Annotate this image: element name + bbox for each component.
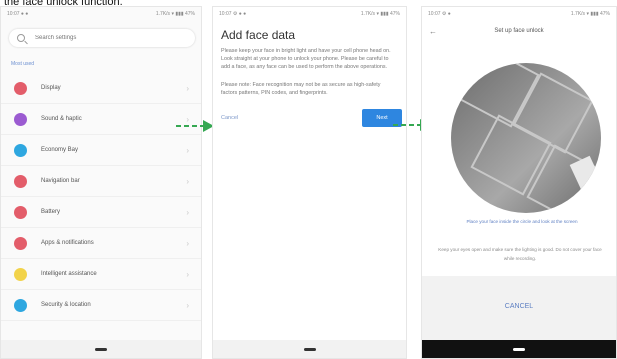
add-face-dialog: Add face data Please keep your face in b… [213,21,406,97]
search-input[interactable] [35,35,175,41]
flow-arrow [176,120,214,132]
face-enrollment-screen: 10:07 ⚙ ● 1.7K/s ▾ ▮▮▮ 47% ← Set up face… [421,6,617,359]
chevron-right-icon: › [186,300,189,310]
settings-item-icon [14,267,27,281]
settings-item-label: Apps & notifications [41,240,94,246]
settings-item-label: Battery [41,209,61,215]
camera-preview [451,63,601,213]
settings-item-icon [14,112,27,126]
screen-title: Set up face unlock [494,28,544,34]
settings-item-icon [14,174,27,188]
nav-bar [213,340,406,358]
dialog-instructions: Please keep your face in bright light an… [221,48,391,70]
search-icon [17,34,25,42]
settings-item[interactable]: Display › [1,73,201,104]
status-indicators: 1.7K/s ▾ ▮▮▮ 47% [360,11,400,17]
lighting-hint: Keep your eyes open and make sure the li… [438,247,602,261]
dialog-title: Add face data [221,28,296,42]
top-bar: ← Set up face unlock [422,21,616,41]
settings-item[interactable]: Sound & haptic › [1,104,201,135]
settings-list: Display › Sound & haptic › Economy Bay › Navig… [1,73,201,321]
settings-item[interactable]: Economy Bay › [1,135,201,166]
positioning-hint: Place your face inside the circle and lo… [466,219,578,224]
settings-item[interactable]: Apps & notifications › [1,228,201,259]
settings-item[interactable]: Navigation bar › [1,166,201,197]
settings-item-icon [14,236,27,250]
chevron-right-icon: › [186,207,189,217]
chevron-right-icon: › [186,83,189,93]
settings-screen: 10:07 ● ● 1.7K/s ▾ ▮▮▮ 47% Most used Dis… [0,6,202,359]
search-bar[interactable] [9,29,195,47]
status-indicators: 1.7K/s ▾ ▮▮▮ 47% [155,11,195,17]
settings-item-label: Economy Bay [41,147,79,153]
back-arrow-icon[interactable]: ← [422,27,444,36]
nav-bar [422,340,616,358]
settings-item-label: Display [41,85,61,91]
cancel-button[interactable]: CANCEL [422,303,616,310]
chevron-right-icon: › [186,145,189,155]
settings-item-icon [14,143,27,157]
status-bar: 10:07 ⚙ ● ● 1.7K/s ▾ ▮▮▮ 47% [213,7,406,21]
cancel-button[interactable]: Cancel [221,115,238,121]
status-indicators: 1.7K/s ▾ ▮▮▮ 47% [570,11,610,17]
home-button[interactable] [95,347,107,351]
settings-item[interactable]: Intelligent assistance › [1,259,201,290]
chevron-right-icon: › [186,238,189,248]
nav-bar [1,340,201,358]
dialog-actions: Cancel Next [221,109,402,127]
camera-area: Place your face inside the circle and lo… [422,41,616,276]
status-bar: 10:07 ⚙ ● 1.7K/s ▾ ▮▮▮ 47% [422,7,616,21]
chevron-right-icon: › [186,269,189,279]
settings-item-label: Sound & haptic [41,116,82,122]
chevron-right-icon: › [186,176,189,186]
settings-item-icon [14,205,27,219]
settings-item-label: Intelligent assistance [41,271,97,277]
home-button[interactable] [513,347,525,351]
add-face-data-screen: 10:07 ⚙ ● ● 1.7K/s ▾ ▮▮▮ 47% Add face da… [212,6,407,359]
status-time: 10:07 ⚙ ● ● [219,11,247,17]
settings-item-label: Security & location [41,302,91,308]
dialog-note: Please note: Face recognition may not be… [221,82,381,96]
status-time: 10:07 ● ● [7,11,29,17]
settings-item[interactable]: Security & location › [1,290,201,321]
settings-item-icon [14,81,27,95]
status-bar: 10:07 ● ● 1.7K/s ▾ ▮▮▮ 47% [1,7,201,21]
status-time: 10:07 ⚙ ● [428,11,451,17]
settings-item[interactable]: Battery › [1,197,201,228]
settings-item-icon [14,298,27,312]
home-button[interactable] [303,347,316,351]
settings-item-label: Navigation bar [41,178,80,184]
section-label: Most used [11,61,35,67]
